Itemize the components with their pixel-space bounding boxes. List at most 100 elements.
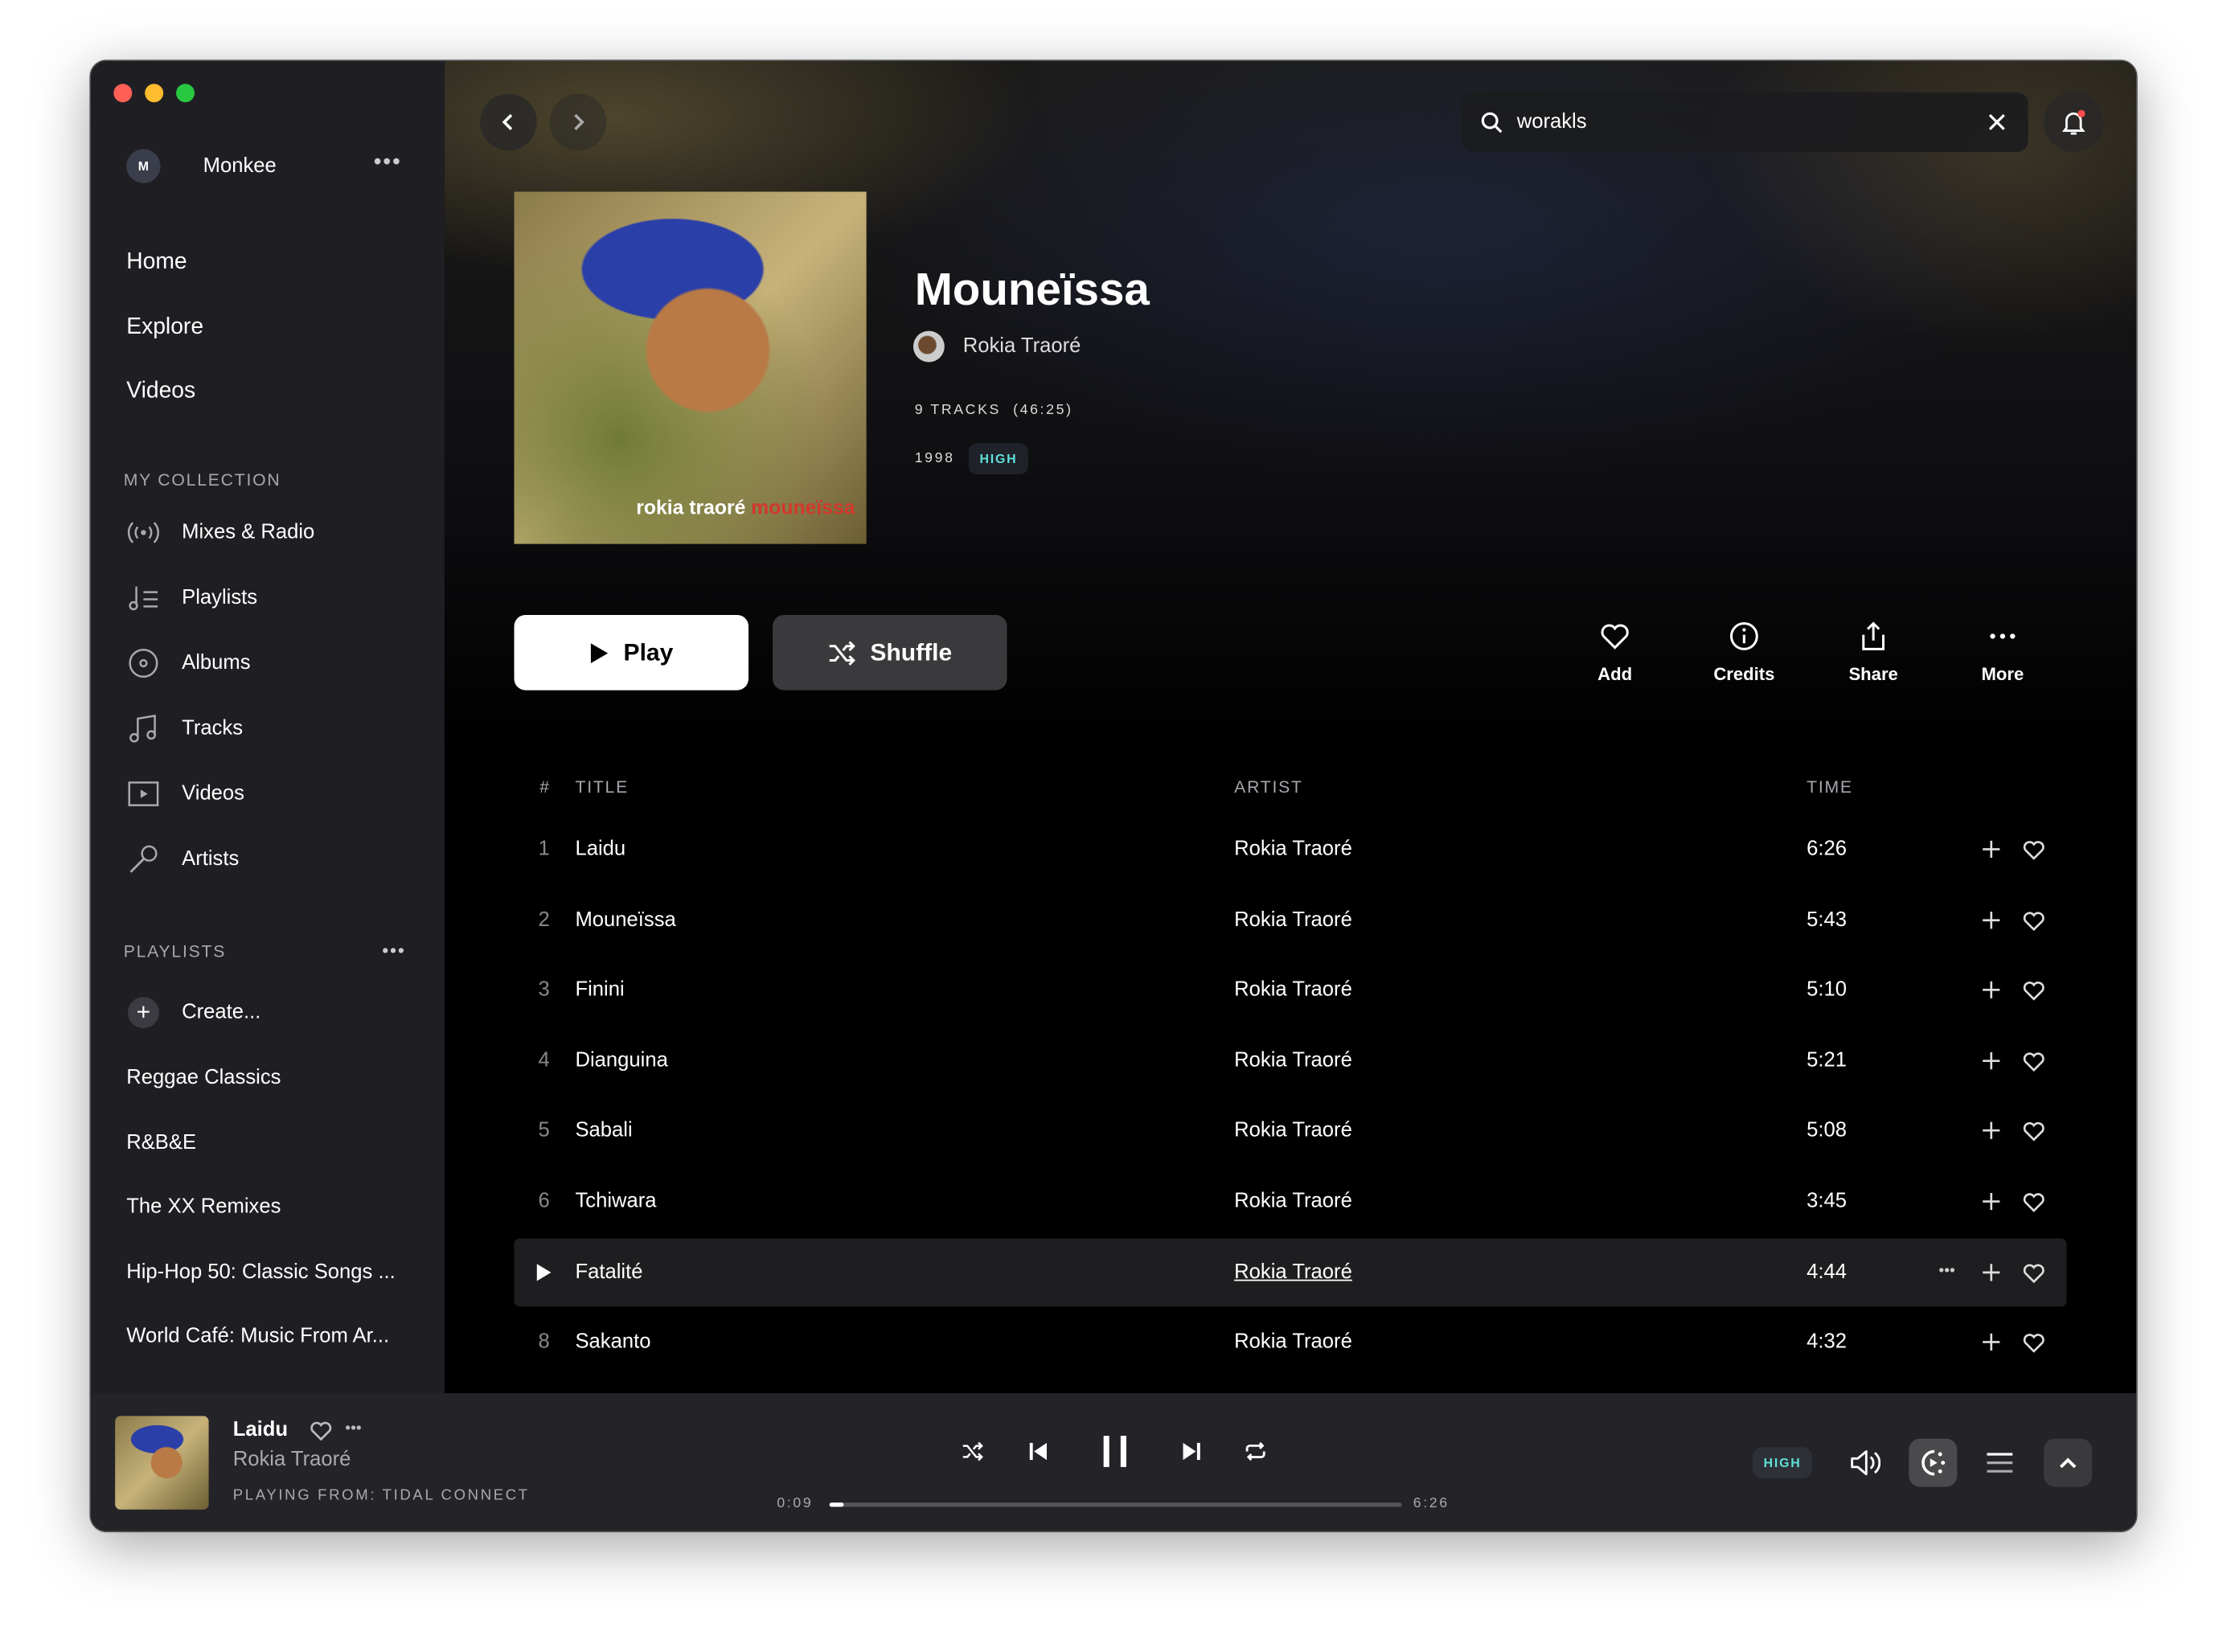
add-to-playlist-icon[interactable] [1981,910,2001,930]
header-title[interactable]: TITLE [575,777,629,797]
table-row[interactable]: 6 Tchiwara Rokia Traoré 3:45 [515,1167,2067,1236]
header-artist[interactable]: ARTIST [1234,777,1303,797]
heart-icon[interactable] [2023,838,2045,860]
heart-icon[interactable] [2023,1332,2045,1354]
heart-icon[interactable] [2023,1050,2045,1072]
notifications-button[interactable] [2044,92,2104,153]
play-button[interactable]: Play [514,614,748,691]
table-row[interactable]: 2 Mouneïssa Rokia Traoré 5:43 [515,886,2067,954]
collection-item[interactable]: Artists [182,848,239,871]
table-row[interactable]: 8 Sakanto Rokia Traoré 4:32 [515,1308,2067,1376]
shuffle-button[interactable]: Shuffle [773,614,1007,691]
close-window-button[interactable] [113,84,133,103]
track-more-button[interactable]: ••• [1938,1262,1954,1279]
queue-icon[interactable] [1986,1451,2014,1474]
add-to-playlist-icon[interactable] [1981,980,2001,1000]
track-artist[interactable]: Rokia Traoré [1234,838,1352,860]
add-to-playlist-icon[interactable] [1981,1121,2001,1142]
user-menu-button[interactable]: ••• [374,150,402,176]
maximize-window-button[interactable] [176,84,195,103]
app-window: M Monkee ••• Home Explore Videos MY COLL… [89,59,2138,1533]
avatar[interactable]: M [126,149,161,183]
expand-player-button[interactable] [2044,1438,2093,1487]
playlist-item[interactable]: The XX Remixes [126,1195,281,1218]
heart-icon[interactable] [2023,979,2045,1001]
heart-icon[interactable] [2023,1191,2045,1212]
add-to-playlist-icon[interactable] [1981,1262,2001,1282]
track-artist[interactable]: Rokia Traoré [1234,1049,1352,1072]
heart-icon[interactable] [2023,909,2045,931]
track-title[interactable]: Laidu [575,838,625,860]
table-row[interactable]: 5 Sabali Rokia Traoré 5:08 [515,1097,2067,1166]
credits-button[interactable]: Credits [1688,608,1801,693]
now-playing-artist[interactable]: Rokia Traoré [233,1449,351,1471]
add-to-playlist-icon[interactable] [1981,1332,2001,1352]
table-row[interactable]: Fatalité Rokia Traoré 4:44 ••• [514,1237,2067,1306]
heart-icon[interactable] [2023,1261,2045,1283]
header-time[interactable]: TIME [1807,777,1853,797]
playlist-item[interactable]: Hip-Hop 50: Classic Songs ... [126,1261,396,1283]
album-cover[interactable]: rokia traoré mouneïssa [514,191,867,544]
tidal-connect-button[interactable] [1909,1438,1958,1487]
more-button[interactable]: More [1946,608,2059,693]
track-artist[interactable]: Rokia Traoré [1234,1120,1352,1142]
forward-button[interactable] [549,93,607,151]
track-title[interactable]: Tchiwara [575,1190,656,1212]
previous-icon[interactable] [1028,1441,1048,1461]
track-title[interactable]: Dianguina [575,1049,667,1072]
track-title[interactable]: Mouneïssa [575,908,675,931]
album-artist-link[interactable]: Rokia Traoré [963,335,1081,358]
search-icon [1481,112,1503,133]
next-icon[interactable] [1182,1441,1202,1461]
playlist-item[interactable]: R&B&E [126,1131,196,1154]
user-name[interactable]: Monkee [203,155,277,178]
nav-explore[interactable]: Explore [126,315,203,341]
table-row[interactable]: 3 Finini Rokia Traoré 5:10 [515,956,2067,1024]
artist-avatar[interactable] [913,330,945,363]
share-button[interactable]: Share [1816,608,1930,693]
add-to-playlist-icon[interactable] [1981,839,2001,859]
collection-item[interactable]: Playlists [182,587,257,609]
play-icon[interactable] [535,1262,552,1282]
back-button[interactable] [480,93,537,151]
playlist-item[interactable]: Reggae Classics [126,1067,281,1089]
table-row[interactable]: 1 Laidu Rokia Traoré 6:26 [515,815,2067,883]
shuffle-icon[interactable] [962,1441,984,1461]
playlists-menu-button[interactable]: ••• [382,940,405,961]
table-row[interactable]: 4 Dianguina Rokia Traoré 5:21 [515,1027,2067,1095]
track-title[interactable]: Sakanto [575,1331,650,1354]
collection-item[interactable]: Mixes & Radio [182,521,314,543]
heart-icon[interactable] [310,1420,332,1441]
collection-item[interactable]: Videos [182,782,244,805]
now-playing-title[interactable]: Laidu [233,1419,288,1441]
volume-icon[interactable] [1849,1449,1880,1477]
track-title[interactable]: Sabali [575,1120,632,1142]
track-title[interactable]: Fatalité [575,1261,642,1283]
plus-icon[interactable]: + [127,997,159,1029]
add-to-playlist-icon[interactable] [1981,1051,2001,1071]
playlist-item[interactable]: World Café: Music From Ar... [126,1325,389,1347]
quality-button[interactable]: HIGH [1752,1447,1813,1479]
track-title[interactable]: Finini [575,979,624,1002]
repeat-icon[interactable] [1245,1441,1267,1461]
pause-icon[interactable] [1101,1434,1129,1468]
create-playlist-button[interactable]: Create... [182,1001,260,1023]
heart-icon[interactable] [2023,1121,2045,1142]
minimize-window-button[interactable] [145,84,164,103]
nav-home[interactable]: Home [126,250,187,276]
now-playing-cover[interactable] [115,1416,209,1510]
track-artist[interactable]: Rokia Traoré [1234,908,1352,931]
now-playing-more-button[interactable]: ••• [345,1420,361,1437]
track-artist[interactable]: Rokia Traoré [1234,979,1352,1002]
collection-item[interactable]: Tracks [182,717,243,740]
progress-slider[interactable] [829,1502,1402,1507]
collection-item[interactable]: Albums [182,652,250,674]
add-to-playlist-icon[interactable] [1981,1191,2001,1211]
add-button[interactable]: Add [1558,608,1671,693]
nav-videos[interactable]: Videos [126,379,195,405]
search-input[interactable]: worakls [1461,92,2028,153]
track-artist[interactable]: Rokia Traoré [1234,1261,1352,1283]
track-artist[interactable]: Rokia Traoré [1234,1190,1352,1212]
clear-search-icon[interactable] [1987,113,2007,133]
track-artist[interactable]: Rokia Traoré [1234,1331,1352,1354]
